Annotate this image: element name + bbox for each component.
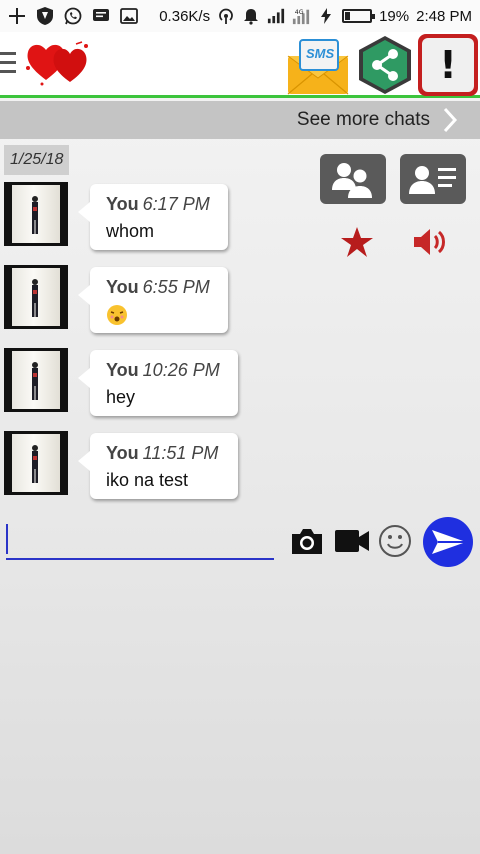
message-bubble[interactable]: You 11:51 PM iko na test [78, 433, 238, 499]
video-camera-icon [335, 530, 369, 552]
message-sender: You [106, 360, 139, 380]
battery-icon [342, 9, 376, 23]
avatar[interactable] [4, 182, 68, 246]
avatar[interactable] [4, 265, 68, 329]
signal-icon [267, 7, 285, 25]
message-input[interactable] [6, 522, 274, 560]
send-button[interactable] [422, 516, 474, 568]
message-time: 11:51 PM [142, 443, 219, 463]
hamburger-icon[interactable] [0, 52, 18, 74]
avatar[interactable] [4, 431, 68, 495]
sms-label: SMS [306, 46, 335, 61]
text-caret [6, 524, 8, 554]
charging-icon [317, 7, 335, 25]
message-sender: You [106, 277, 139, 297]
hearts-logo [24, 38, 94, 88]
whatsapp-icon [64, 7, 82, 25]
app-bar: SMS ! [0, 32, 480, 98]
message-row: You 6:17 PM whom [0, 182, 480, 254]
message-text: iko na test [106, 470, 189, 490]
message-sender: You [106, 443, 139, 463]
camera-icon [292, 529, 322, 554]
status-bar: 0.36K/s 4G 19% 2:48 PM [0, 0, 480, 32]
svg-text:4G: 4G [295, 9, 304, 16]
battery-percent: 19% [379, 7, 410, 25]
smiley-icon [379, 525, 411, 557]
message-text: whom [106, 221, 155, 241]
date-chip: 1/25/18 [4, 145, 70, 175]
hotspot-icon [217, 7, 235, 25]
share-button[interactable] [356, 34, 414, 96]
message-row: You 10:26 PM hey [0, 348, 480, 420]
alarm-icon [242, 7, 260, 25]
message-icon [92, 7, 110, 25]
message-bubble[interactable]: You 6:17 PM whom [78, 184, 228, 250]
message-sender: You [106, 194, 139, 214]
message-text: hey [106, 387, 136, 407]
clock: 2:48 PM [416, 7, 472, 25]
chevron-right-icon [442, 107, 458, 133]
camera-button[interactable] [290, 526, 324, 556]
see-more-chats-label: See more chats [296, 109, 430, 130]
kiss-face-emoji [106, 304, 128, 326]
net-speed: 0.36K/s [159, 7, 211, 25]
shield-icon [36, 7, 54, 25]
avatar[interactable] [4, 348, 68, 412]
exclamation-icon: ! [422, 38, 474, 92]
message-time: 6:55 PM [142, 277, 210, 297]
image-icon [120, 7, 138, 25]
message-bubble[interactable]: You 10:26 PM hey [78, 350, 238, 416]
see-more-chats-bar[interactable]: See more chats [0, 101, 480, 139]
message-time: 6:17 PM [142, 194, 210, 214]
plus-icon [8, 7, 26, 25]
message-bubble[interactable]: You 6:55 PM [78, 267, 228, 333]
message-row: You 11:51 PM iko na test [0, 431, 480, 503]
send-icon [423, 517, 473, 567]
signal-4g-icon: 4G [292, 7, 310, 25]
emoji-button[interactable] [378, 524, 412, 558]
alert-button[interactable]: ! [418, 34, 478, 96]
video-button[interactable] [334, 528, 370, 554]
message-time: 10:26 PM [142, 360, 220, 380]
message-row: You 6:55 PM [0, 265, 480, 337]
sms-button[interactable]: SMS [286, 38, 352, 96]
